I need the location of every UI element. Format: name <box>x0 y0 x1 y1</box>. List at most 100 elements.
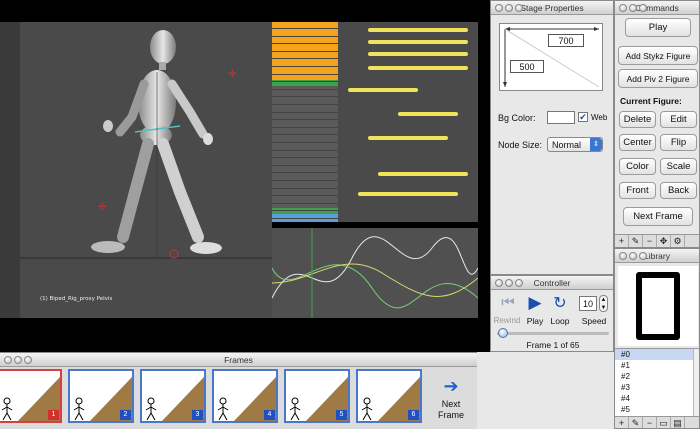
frame-number-badge: 6 <box>408 410 419 420</box>
channel-list <box>272 22 338 222</box>
save-icon[interactable]: ▤ <box>671 417 685 428</box>
channel-row <box>272 144 338 151</box>
channel-row <box>272 45 338 52</box>
library-item[interactable]: #4 <box>615 393 699 404</box>
channel-row <box>272 68 338 75</box>
remove-icon[interactable]: − <box>643 235 657 247</box>
back-button[interactable]: Back <box>660 182 697 199</box>
speed-stepper[interactable]: ▲ ▼ <box>599 295 608 312</box>
frames-title: Frames <box>224 355 253 365</box>
settings-icon[interactable]: ⚙ <box>671 235 685 247</box>
select-arrows-icon: ⇕ <box>590 138 602 151</box>
speed-label: Speed <box>581 316 607 326</box>
front-button[interactable]: Front <box>619 182 656 199</box>
window-controls[interactable] <box>495 279 523 287</box>
node-size-label: Node Size: <box>498 140 543 150</box>
center-button[interactable]: Center <box>619 134 656 151</box>
node-size-value: Normal <box>552 140 582 150</box>
web-checkbox[interactable]: ✔ <box>578 112 588 122</box>
color-button[interactable]: Color <box>619 158 656 175</box>
library-toolbar: + ✎ − ▭ ▤ <box>615 416 699 428</box>
channel-row <box>272 166 338 174</box>
flip-button[interactable]: Flip <box>660 134 697 151</box>
stage-width-field[interactable]: 700 <box>548 34 584 47</box>
channel-row <box>272 212 338 219</box>
library-item[interactable]: #5 <box>615 404 699 415</box>
frame-status: Frame 1 of 65 <box>526 340 580 350</box>
bg-color-swatch[interactable] <box>547 111 575 124</box>
frames-titlebar: Frames <box>0 353 477 367</box>
add-piv2-figure-button[interactable]: Add Piv 2 Figure <box>618 69 698 88</box>
frame-number-badge: 1 <box>48 410 59 420</box>
add-icon[interactable]: + <box>615 235 629 247</box>
delete-button[interactable]: Delete <box>619 111 656 128</box>
frame-number-badge: 3 <box>192 410 203 420</box>
channel-row <box>272 106 338 113</box>
frame-thumbnail[interactable]: 5 <box>284 369 350 423</box>
frame-slider-track[interactable] <box>497 332 609 335</box>
frame-thumbnail[interactable]: 1 <box>0 369 62 423</box>
frame-thumbnail[interactable]: 3 <box>140 369 206 423</box>
window-controls[interactable] <box>4 356 32 364</box>
action-tracks <box>338 22 478 222</box>
window-controls[interactable] <box>495 4 523 12</box>
library-title: Library <box>644 251 670 261</box>
library-scrollbar[interactable] <box>693 349 699 417</box>
channel-row <box>272 182 338 189</box>
channel-row <box>272 98 338 105</box>
svg-text:✛: ✛ <box>228 69 237 80</box>
channel-row <box>272 75 338 83</box>
next-frame-label-line1: Next <box>441 399 461 409</box>
library-item[interactable]: #3 <box>615 382 699 393</box>
add-icon[interactable]: + <box>615 417 629 428</box>
video-area: ✛ ✛ (1) Biped_Rig_proxy Pelvis <box>0 0 490 352</box>
node-size-select[interactable]: Normal ⇕ <box>547 137 603 152</box>
play-icon[interactable]: ▶ <box>524 293 546 313</box>
frame-thumbnail[interactable]: 4 <box>212 369 278 423</box>
bg-color-label: Bg Color: <box>498 113 536 123</box>
loop-icon[interactable]: ↻ <box>549 293 571 313</box>
frame-slider-thumb[interactable] <box>498 328 508 338</box>
channel-row <box>272 60 338 67</box>
channel-row <box>272 121 338 128</box>
frames-panel: Frames 1 2 3 4 5 6 ➔ Next Frame <box>0 352 477 429</box>
library-preview-shape <box>636 272 680 340</box>
frame-thumbnail[interactable]: 2 <box>68 369 134 423</box>
rewind-label: Rewind <box>493 316 521 325</box>
window-controls[interactable] <box>619 252 647 260</box>
frame-thumbnail[interactable]: 6 <box>356 369 422 423</box>
channel-row <box>272 136 338 143</box>
edit-button[interactable]: Edit <box>660 111 697 128</box>
commands-toolbar: + ✎ − ✥ ⚙ <box>615 234 699 247</box>
next-frame-button[interactable]: Next Frame <box>623 207 693 226</box>
speed-field[interactable]: 10 <box>579 296 597 311</box>
channel-row <box>272 113 338 121</box>
library-list[interactable]: #0 #1 #2 #3 #4 #5 <box>615 348 699 417</box>
stage-properties-titlebar: Stage Properties <box>491 1 613 15</box>
frames-right-background <box>477 352 614 429</box>
stage-height-field[interactable]: 500 <box>510 60 544 73</box>
next-frame-arrow-icon[interactable]: ➔ <box>436 377 466 395</box>
remove-icon[interactable]: − <box>643 417 657 428</box>
edit-pencil-icon[interactable]: ✎ <box>629 417 643 428</box>
current-figure-label: Current Figure: <box>620 96 682 106</box>
edit-pencil-icon[interactable]: ✎ <box>629 235 643 247</box>
library-item[interactable]: #0 <box>615 349 699 360</box>
channel-row <box>272 90 338 98</box>
3d-viewport: ✛ ✛ (1) Biped_Rig_proxy Pelvis <box>20 22 272 318</box>
add-stykz-figure-button[interactable]: Add Stykz Figure <box>618 46 698 65</box>
library-item[interactable]: #2 <box>615 371 699 382</box>
move-icon[interactable]: ✥ <box>657 235 671 247</box>
scale-button[interactable]: Scale <box>660 158 697 175</box>
library-item[interactable]: #1 <box>615 360 699 371</box>
rewind-icon[interactable]: ⏮ <box>497 294 519 312</box>
loop-label: Loop <box>550 316 570 326</box>
next-frame-label[interactable]: Next Frame <box>428 399 474 421</box>
commands-titlebar: Commands <box>615 1 699 15</box>
folder-icon[interactable]: ▭ <box>657 417 671 428</box>
channel-row <box>272 151 338 159</box>
library-preview <box>618 266 698 346</box>
frame-number-badge: 2 <box>120 410 131 420</box>
window-controls[interactable] <box>619 4 647 12</box>
play-button[interactable]: Play <box>625 18 691 37</box>
